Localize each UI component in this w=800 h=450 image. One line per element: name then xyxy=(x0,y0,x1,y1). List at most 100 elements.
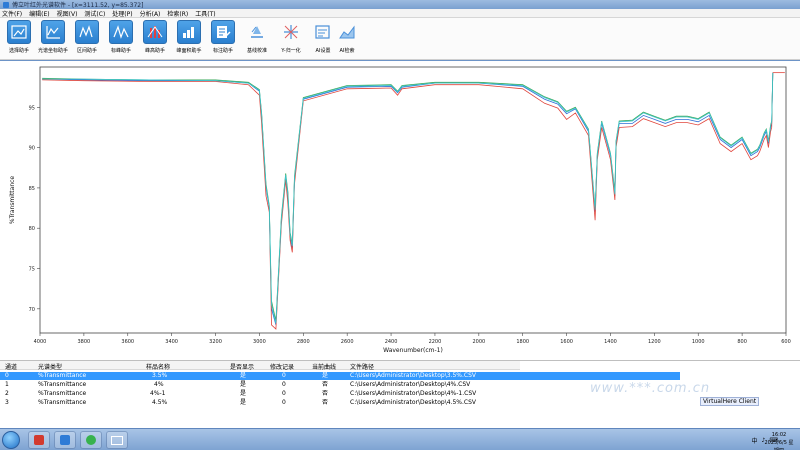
col-header-modify-record[interactable]: 修改记录 xyxy=(270,362,294,371)
cell-file-path: C:\Users\Administrator\Desktop\4.5%.CSV xyxy=(350,399,476,406)
cell-sample-name: 4%-1 xyxy=(150,390,166,397)
menu-file[interactable]: 文件(F) xyxy=(2,9,22,18)
y-normalize-icon xyxy=(279,20,303,44)
interval-assistant-label: 区间助手 xyxy=(76,48,97,54)
virtualhere-badge[interactable]: VirtualHere Client xyxy=(700,397,760,406)
spectrum-coordinate-button[interactable]: 光谱坐标助手 xyxy=(36,20,70,56)
x-tick-label: 1200 xyxy=(648,339,661,345)
clock-time: 16:02 xyxy=(771,432,787,438)
col-header-current-curve[interactable]: 当前曲线 xyxy=(312,362,336,371)
cell-channel: 2 xyxy=(5,390,9,397)
peak-marker-button[interactable]: 标峰助手 xyxy=(104,20,138,56)
peak-area-icon xyxy=(177,20,201,44)
cell-spectrum-type: %Transmittance xyxy=(38,399,87,406)
x-tick-label: 1800 xyxy=(516,339,529,345)
spectrum-chart[interactable]: 4000 3800 3600 3400 3200 3000 2800 2600 2400 2200… xyxy=(4,63,794,357)
toolbar: 选择助手 光谱坐标助手 区间助手 标峰助手 峰高助手 峰面积助手 标注助手 基线… xyxy=(0,18,800,60)
menu-bar: 文件(F) 编辑(E) 视图(V) 测试(C) 处理(P) 分析(A) 检索(R… xyxy=(0,9,800,18)
y-normalize-button[interactable]: Y-归一化 xyxy=(274,20,308,56)
taskbar-app-wechat[interactable] xyxy=(80,431,102,449)
taskbar-app-window[interactable] xyxy=(106,431,128,449)
table-row[interactable]: 3 %Transmittance 4.5% 是 0 否 C:\Users\Adm… xyxy=(0,399,520,407)
ai-search-label: AI检索 xyxy=(339,48,355,54)
x-tick-label: 2400 xyxy=(385,339,398,345)
col-header-channel[interactable]: 通道 xyxy=(5,362,17,371)
peak-marker-label: 标峰助手 xyxy=(110,48,131,54)
cell-current-curve: 否 xyxy=(322,381,329,388)
chart-frame: 4000 3800 3600 3400 3200 3000 2800 2600 2400 2200… xyxy=(4,63,794,357)
cell-modify-record: 0 xyxy=(282,390,286,397)
cell-sample-name: 3.5% xyxy=(152,372,168,379)
x-tick-label: 2000 xyxy=(472,339,485,345)
annotation-label: 标注助手 xyxy=(212,48,233,54)
peak-height-icon xyxy=(143,20,167,44)
peak-height-button[interactable]: 峰高助手 xyxy=(138,20,172,56)
menu-process[interactable]: 处理(P) xyxy=(112,9,132,18)
taskbar-app-spectrum[interactable] xyxy=(54,431,76,449)
col-header-spectrum-type[interactable]: 光谱类型 xyxy=(38,362,62,371)
col-header-file-path[interactable]: 文件路径 xyxy=(350,362,374,371)
table-row[interactable]: 2 %Transmittance 4%-1 是 0 否 C:\Users\Adm… xyxy=(0,390,520,398)
y-tick-label: 95 xyxy=(29,105,35,111)
clock-date: 2025/6/5 星期四 xyxy=(764,440,794,450)
annotation-icon xyxy=(211,20,235,44)
cell-spectrum-type: %Transmittance xyxy=(38,372,87,379)
table-row[interactable]: 1 %Transmittance 4% 是 0 否 C:\Users\Admin… xyxy=(0,381,520,389)
x-tick-label: 2200 xyxy=(429,339,442,345)
x-tick-label: 3600 xyxy=(121,339,134,345)
cell-show: 是 xyxy=(240,390,247,397)
cell-file-path: C:\Users\Administrator\Desktop\4%-1.CSV xyxy=(350,390,477,397)
x-tick-label: 2800 xyxy=(297,339,310,345)
table-header: 通道 光谱类型 样品名称 是否显示 修改记录 当前曲线 文件路径 xyxy=(0,361,520,371)
app-icon xyxy=(3,1,9,8)
peak-marker-icon xyxy=(109,20,133,44)
x-tick-label: 4000 xyxy=(34,339,47,345)
cell-modify-record: 0 xyxy=(282,381,286,388)
x-tick-label: 1600 xyxy=(560,339,573,345)
menu-search[interactable]: 检索(R) xyxy=(167,9,188,18)
y-tick-label: 90 xyxy=(29,146,35,152)
menu-test[interactable]: 测试(C) xyxy=(84,9,105,18)
cell-spectrum-type: %Transmittance xyxy=(38,381,87,388)
start-button[interactable] xyxy=(2,431,20,449)
y-tick-label: 85 xyxy=(29,186,35,192)
cell-spectrum-type: %Transmittance xyxy=(38,390,87,397)
cell-show: 是 xyxy=(240,372,247,379)
menu-analysis[interactable]: 分析(A) xyxy=(140,9,161,18)
cell-file-path: C:\Users\Administrator\Desktop\3.5%.CSV xyxy=(350,372,476,379)
chart-panel: 4000 3800 3600 3400 3200 3000 2800 2600 2400 2200… xyxy=(0,61,800,360)
spectrum-coordinate-icon xyxy=(41,20,65,44)
peak-height-label: 峰高助手 xyxy=(144,48,165,54)
x-tick-label: 600 xyxy=(781,339,791,345)
table-row[interactable]: 0 %Transmittance 3.5% 是 0 是 C:\Users\Adm… xyxy=(0,372,520,380)
ime-indicator[interactable]: 中 xyxy=(751,436,757,445)
x-tick-label: 3200 xyxy=(209,339,222,345)
x-tick-label: 3000 xyxy=(253,339,266,345)
col-header-show[interactable]: 是否显示 xyxy=(230,362,254,371)
clock[interactable]: 16:02 2025/6/5 星期四 xyxy=(762,431,796,450)
y-tick-label: 70 xyxy=(29,307,35,313)
interval-assistant-icon xyxy=(75,20,99,44)
select-assistant-button[interactable]: 选择助手 xyxy=(2,20,36,56)
peak-area-button[interactable]: 峰面积助手 xyxy=(172,20,206,56)
cell-current-curve: 否 xyxy=(322,399,329,406)
cell-show: 是 xyxy=(240,399,247,406)
x-axis-label: Wavenumber(cm-1) xyxy=(383,347,443,354)
wps-icon xyxy=(34,435,44,445)
annotation-button[interactable]: 标注助手 xyxy=(206,20,240,56)
taskbar-app-wps[interactable] xyxy=(28,431,50,449)
baseline-calibration-button[interactable]: 基线校准 xyxy=(240,20,274,56)
cell-modify-record: 0 xyxy=(282,372,286,379)
x-tick-label: 3800 xyxy=(78,339,91,345)
menu-edit[interactable]: 编辑(E) xyxy=(29,9,49,18)
watermark: www.***.com.cn xyxy=(590,381,711,396)
y-normalize-label: Y-归一化 xyxy=(281,48,301,54)
menu-tools[interactable]: 工具(T) xyxy=(195,9,215,18)
cell-channel: 3 xyxy=(5,399,9,406)
cell-show: 是 xyxy=(240,381,247,388)
interval-assistant-button[interactable]: 区间助手 xyxy=(70,20,104,56)
menu-view[interactable]: 视图(V) xyxy=(57,9,78,18)
cell-file-path: C:\Users\Administrator\Desktop\4%.CSV xyxy=(350,381,471,388)
ai-search-button[interactable]: AI检索 xyxy=(330,20,364,56)
col-header-sample-name[interactable]: 样品名称 xyxy=(146,362,170,371)
